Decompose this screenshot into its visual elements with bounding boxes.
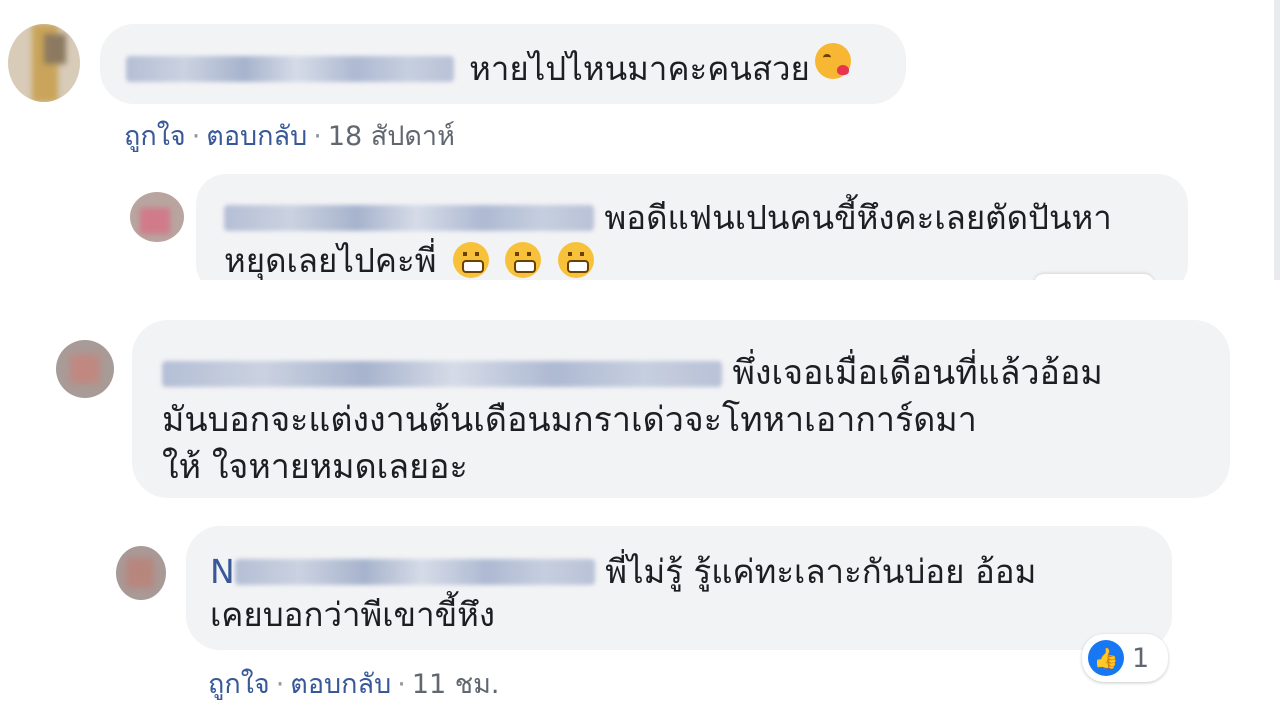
commenter-name[interactable]: [162, 360, 722, 387]
meta-separator: ·: [313, 121, 322, 152]
comment-text: หายไปไหนมาคะคนสวย: [469, 49, 810, 88]
reply-bubble: พอดีแฟนเปนคนขี้หึงคะเลยตัดปันหา หยุดเลยไ…: [196, 174, 1188, 280]
comment-bubble: หายไปไหนมาคะคนสวย: [100, 24, 906, 104]
avatar[interactable]: [56, 340, 114, 398]
reaction-count: 1: [1132, 642, 1150, 674]
scroll-edge: [1274, 0, 1280, 280]
comment-meta: ถูกใจ · ตอบกลับ · 11 ชม.: [208, 662, 499, 705]
avatar[interactable]: [116, 546, 166, 600]
commenter-name-initial[interactable]: N: [210, 552, 235, 591]
grimace-emoji-icon: [505, 242, 542, 278]
reply-bubble: N พี่ไม่รู้ รู้แค่ทะเลาะกันบ่อย อ้อม เคย…: [186, 526, 1172, 650]
timestamp[interactable]: 11 ชม.: [412, 669, 500, 700]
reply-text-line1: พี่ไม่รู้ รู้แค่ทะเลาะกันบ่อย อ้อม: [605, 552, 1037, 591]
reaction-badge[interactable]: 👍 1: [1082, 634, 1168, 682]
meta-separator: ·: [191, 121, 201, 152]
reaction-badge[interactable]: [1034, 274, 1154, 280]
comment-thread-bottom: พึ่งเจอเมื่อเดือนที่แล้วอ้อม มันบอกจะแต่…: [0, 298, 1280, 720]
comment-thread-top: หายไปไหนมาคะคนสวย ถูกใจ · ตอบกลับ · 18 สัปดา…: [0, 0, 1280, 280]
timestamp[interactable]: 18 สัปดาห์: [328, 121, 455, 152]
commenter-name[interactable]: [234, 558, 595, 585]
kiss-emoji-icon: [814, 43, 851, 79]
avatar[interactable]: [130, 192, 184, 242]
reply-text-line2: หยุดเลยไปคะพี่: [224, 241, 437, 280]
grimace-emoji-icon: [557, 242, 594, 278]
like-icon: 👍: [1088, 640, 1124, 676]
commenter-name[interactable]: [126, 55, 454, 82]
meta-separator: ·: [397, 669, 406, 700]
like-link[interactable]: ถูกใจ: [208, 669, 270, 700]
commenter-name[interactable]: [224, 204, 594, 231]
like-link[interactable]: ถูกใจ: [124, 121, 186, 152]
reply-link[interactable]: ตอบกลับ: [290, 669, 391, 700]
avatar[interactable]: [8, 24, 80, 102]
comment-text-line1: พึ่งเจอเมื่อเดือนที่แล้วอ้อม: [732, 353, 1103, 393]
comment-text-line2: มันบอกจะแต่งงานต้นเดือนมกราเด่วจะโทหาเอา…: [162, 400, 977, 440]
meta-separator: ·: [275, 669, 285, 700]
comment-text-line3: ให้ ใจหายหมดเลยอะ: [162, 447, 468, 487]
reply-text-line1: พอดีแฟนเปนคนขี้หึงคะเลยตัดปันหา: [604, 198, 1112, 237]
comment-meta: ถูกใจ · ตอบกลับ · 18 สัปดาห์: [124, 114, 455, 157]
comment-bubble: พึ่งเจอเมื่อเดือนที่แล้วอ้อม มันบอกจะแต่…: [132, 320, 1230, 498]
reply-link[interactable]: ตอบกลับ: [206, 121, 307, 152]
reply-text-line2: เคยบอกว่าพีเขาขี้หึง: [210, 595, 496, 634]
grimace-emoji-icon: [452, 242, 489, 278]
